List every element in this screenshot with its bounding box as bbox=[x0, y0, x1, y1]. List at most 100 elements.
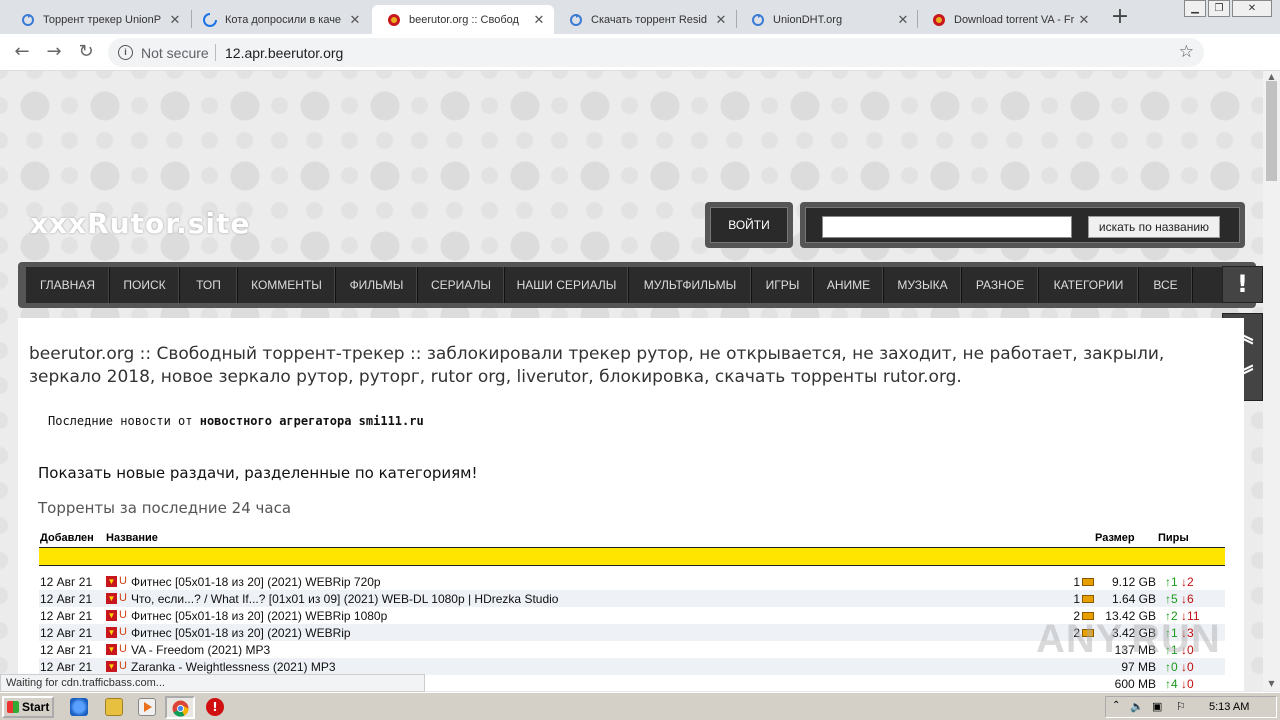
torrent-link[interactable]: Что, если...? / What If...? [01x01 из 09… bbox=[131, 592, 558, 606]
show-new-link[interactable]: Показать новые раздачи, разделенные по к… bbox=[38, 464, 478, 482]
volume-icon[interactable]: 🔈 bbox=[1130, 700, 1144, 713]
magnet-icon[interactable]: U bbox=[119, 627, 131, 638]
main-menu: ГЛАВНАЯ ПОИСК ТОП КОММЕНТЫ ФИЛЬМЫ СЕРИАЛ… bbox=[18, 262, 1256, 308]
torrent-link[interactable]: Zaranka - Weightlessness (2021) MP3 bbox=[131, 660, 336, 674]
minimize-button[interactable]: ▁ bbox=[1184, 0, 1206, 17]
news-line: Последние новости от новостного агрегато… bbox=[48, 414, 424, 428]
menu-item-search[interactable]: ПОИСК bbox=[110, 267, 180, 303]
comment-count: 1 bbox=[1073, 575, 1080, 589]
torrent-size: 600 MB bbox=[1114, 677, 1156, 691]
tab-5[interactable]: UnionDHT.org ✕ bbox=[736, 5, 918, 34]
tab-3[interactable]: beerutor.org :: Свобод ✕ bbox=[372, 5, 554, 34]
alert-icon[interactable]: ! bbox=[1222, 266, 1263, 303]
bookmark-star-icon[interactable]: ☆ bbox=[1179, 42, 1194, 62]
download-icon[interactable]: ▼ bbox=[106, 661, 117, 672]
ussr-emblem-icon bbox=[386, 12, 401, 27]
news-source-link[interactable]: новостного агрегатора smi111.ru bbox=[200, 414, 424, 428]
chrome-taskbar-button[interactable] bbox=[165, 696, 195, 719]
forward-icon[interactable]: → bbox=[42, 40, 66, 64]
media-player-icon[interactable] bbox=[138, 698, 156, 716]
tray-expand-icon[interactable]: ⌃ bbox=[1112, 700, 1120, 711]
row-date: 12 Авг 21 bbox=[40, 609, 93, 623]
scroll-down-arrow-icon[interactable]: ▼ bbox=[1263, 678, 1280, 690]
download-icon[interactable]: ▼ bbox=[106, 627, 117, 638]
col-name: Название bbox=[106, 532, 158, 544]
download-icon[interactable]: ▼ bbox=[106, 576, 117, 587]
status-bar: Waiting for cdn.trafficbass.com... bbox=[0, 674, 425, 692]
address-bar[interactable]: i Not secure 12.apr.beerutor.org ☆ bbox=[108, 38, 1204, 67]
menu-item-all[interactable]: ВСЕ bbox=[1139, 267, 1193, 303]
page-scrollbar[interactable]: ▲ ▼ bbox=[1263, 71, 1280, 691]
magnet-icon[interactable]: U bbox=[119, 644, 131, 655]
info-icon[interactable]: i bbox=[118, 45, 133, 60]
ie-icon[interactable] bbox=[70, 698, 88, 716]
tab-title: Торрент трекер UnionP bbox=[43, 13, 162, 26]
torrent-link[interactable]: Фитнес [05x01-18 из 20] (2021) WEBRip 72… bbox=[131, 575, 381, 589]
network-icon[interactable]: ▣ bbox=[1152, 700, 1162, 713]
magnet-icon[interactable]: U bbox=[119, 661, 131, 672]
menu-item-music[interactable]: МУЗЫКА bbox=[884, 267, 962, 303]
menu-item-our-series[interactable]: НАШИ СЕРИАЛЫ bbox=[505, 267, 629, 303]
close-tab-icon[interactable]: ✕ bbox=[1077, 12, 1091, 28]
torrent-link[interactable]: Фитнес [05x01-18 из 20] (2021) WEBRip bbox=[131, 626, 351, 640]
peers: ↑0 ↓0 bbox=[1165, 660, 1194, 674]
magnet-icon[interactable]: U bbox=[119, 593, 131, 604]
menu-item-comments[interactable]: КОММЕНТЫ bbox=[238, 267, 336, 303]
menu-item-series[interactable]: СЕРИАЛЫ bbox=[418, 267, 505, 303]
torrent-link[interactable]: Фитнес [05x01-18 из 20] (2021) WEBRip 10… bbox=[131, 609, 387, 623]
download-icon[interactable]: ▼ bbox=[106, 593, 117, 604]
search-box: искать по названию bbox=[800, 202, 1245, 248]
row-date: 12 Авг 21 bbox=[40, 660, 93, 674]
new-tab-button[interactable]: + bbox=[1108, 4, 1132, 30]
col-added: Добавлен bbox=[40, 532, 94, 544]
url-text[interactable]: 12.apr.beerutor.org bbox=[225, 45, 343, 61]
login-button[interactable]: ВОЙТИ bbox=[710, 207, 788, 243]
menu-item-misc[interactable]: РАЗНОЕ bbox=[962, 267, 1039, 303]
menu-item-movies[interactable]: ФИЛЬМЫ bbox=[336, 267, 418, 303]
start-button[interactable]: Start bbox=[2, 696, 54, 718]
back-icon[interactable]: ← bbox=[10, 40, 34, 64]
comment-icon[interactable] bbox=[1082, 595, 1094, 603]
tab-title: UnionDHT.org bbox=[773, 13, 843, 26]
torrent-link[interactable]: VA - Freedom (2021) MP3 bbox=[131, 643, 270, 657]
sync-icon bbox=[568, 12, 583, 27]
restore-button[interactable]: ❐ bbox=[1208, 0, 1230, 17]
scroll-thumb[interactable] bbox=[1266, 81, 1277, 181]
download-icon[interactable]: ▼ bbox=[106, 644, 117, 655]
torrent-size: 9.12 GB bbox=[1111, 575, 1156, 589]
menu-item-top[interactable]: ТОП bbox=[180, 267, 238, 303]
search-input[interactable] bbox=[822, 216, 1072, 238]
menu-item-home[interactable]: ГЛАВНАЯ bbox=[26, 267, 110, 303]
close-window-button[interactable]: ✕ bbox=[1232, 0, 1272, 17]
table-row: 12 Авг 21 ▼ U Фитнес [05x01-18 из 20] (2… bbox=[39, 573, 1225, 590]
tab-1[interactable]: Торрент трекер UnionP ✕ bbox=[6, 5, 190, 34]
menu-item-cartoons[interactable]: МУЛЬТФИЛЬМЫ bbox=[629, 267, 752, 303]
close-tab-icon[interactable]: ✕ bbox=[348, 12, 362, 28]
close-tab-icon[interactable]: ✕ bbox=[714, 12, 728, 28]
close-tab-icon[interactable]: ✕ bbox=[168, 12, 182, 28]
stop-icon[interactable]: ! bbox=[206, 698, 224, 716]
watermark: ANY.RUN bbox=[1036, 617, 1221, 661]
header-bar bbox=[39, 547, 1225, 566]
start-label: Start bbox=[22, 700, 50, 714]
menu-item-games[interactable]: ИГРЫ bbox=[752, 267, 814, 303]
menu-item-categories[interactable]: КАТЕГОРИИ bbox=[1039, 267, 1139, 303]
close-tab-icon[interactable]: ✕ bbox=[532, 12, 546, 28]
tab-strip: Торрент трекер UnionP ✕ Кота допросили в… bbox=[0, 0, 1280, 34]
peers: ↑4 ↓0 bbox=[1165, 677, 1194, 691]
taskbar: Start ! ⌃ 🔈 ▣ ⚐ 5:13 AM bbox=[0, 692, 1280, 720]
tab-2[interactable]: Кота допросили в каче ✕ bbox=[188, 5, 370, 34]
magnet-icon[interactable]: U bbox=[119, 576, 131, 587]
tab-4[interactable]: Скачать торрент Resid ✕ bbox=[554, 5, 736, 34]
download-icon[interactable]: ▼ bbox=[106, 610, 117, 621]
close-tab-icon[interactable]: ✕ bbox=[896, 12, 910, 28]
comment-icon[interactable] bbox=[1082, 578, 1094, 586]
magnet-icon[interactable]: U bbox=[119, 610, 131, 621]
menu-item-anime[interactable]: АНИМЕ bbox=[814, 267, 884, 303]
reload-icon[interactable]: ↻ bbox=[74, 40, 98, 64]
tab-6[interactable]: Download torrent VA - Fr ✕ bbox=[917, 5, 1099, 34]
site-logo[interactable]: xxxRutor.site bbox=[30, 207, 250, 240]
search-button[interactable]: искать по названию bbox=[1088, 216, 1220, 238]
flag-icon[interactable]: ⚐ bbox=[1176, 700, 1186, 713]
folder-icon[interactable] bbox=[105, 698, 123, 716]
